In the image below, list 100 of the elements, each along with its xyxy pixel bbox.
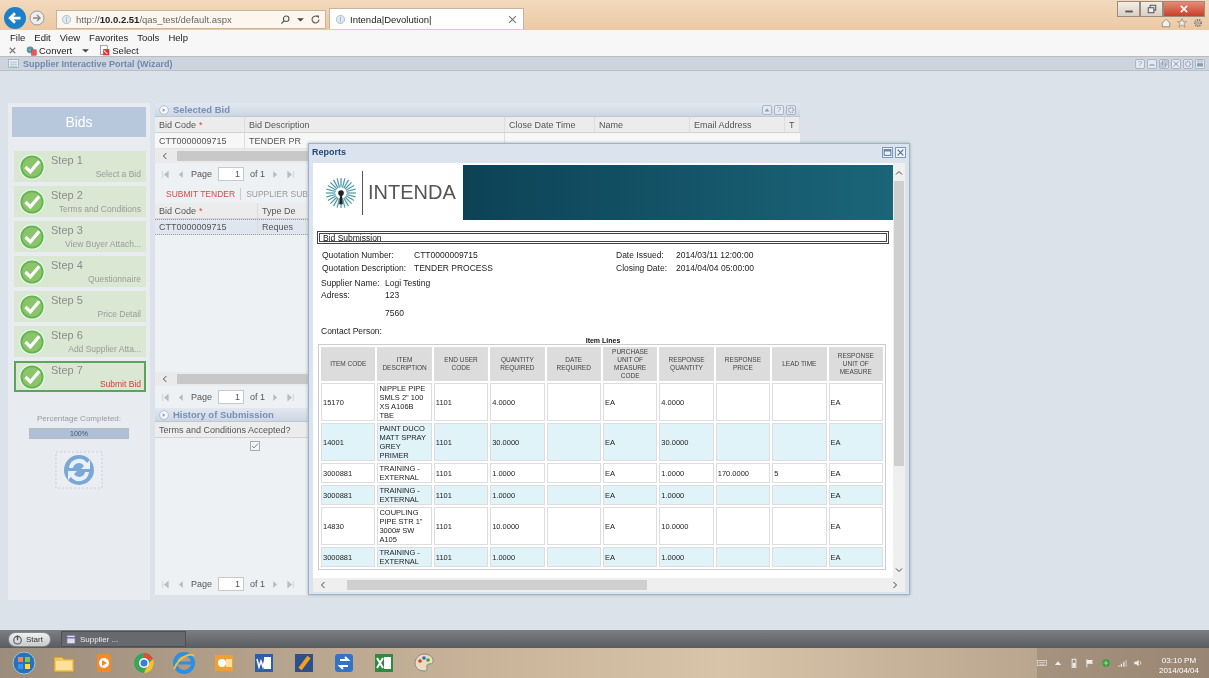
- close-button[interactable]: [1163, 1, 1205, 17]
- globe-document-icon: [26, 44, 37, 56]
- start-orb-icon: [12, 651, 36, 675]
- print-button[interactable]: [1195, 58, 1205, 69]
- field-label: Closing Date:: [616, 263, 669, 273]
- field-value: TENDER PROCESS: [414, 263, 493, 273]
- browser-tab[interactable]: Intenda|Devolution|: [329, 8, 524, 29]
- scrollbar-thumb[interactable]: [347, 580, 647, 590]
- refresh-icon[interactable]: [310, 14, 321, 25]
- previous-page-icon[interactable]: [176, 169, 185, 179]
- menu-item[interactable]: Edit: [34, 31, 51, 43]
- settings-icon[interactable]: [1193, 18, 1203, 28]
- app-icon: [292, 651, 316, 675]
- column-header[interactable]: Bid Code *: [155, 203, 258, 218]
- page-count: of 1: [250, 169, 266, 179]
- palette-icon: [412, 651, 436, 675]
- field-value: CTT0000009715: [414, 250, 478, 260]
- search-icon[interactable]: [280, 14, 291, 25]
- step-subtitle: Submit Bid: [98, 379, 141, 389]
- scroll-left-icon[interactable]: [319, 580, 327, 590]
- restore-icon: [1160, 59, 1168, 68]
- column-label: Email Address: [694, 119, 752, 130]
- address-bar[interactable]: http://10.0.2.51/qas_test/default.aspx: [56, 10, 326, 29]
- first-page-icon[interactable]: [161, 169, 170, 179]
- first-page-icon[interactable]: [161, 579, 170, 589]
- star-icon[interactable]: [1177, 18, 1187, 28]
- sync-icon: [332, 651, 356, 675]
- toolbar-button[interactable]: Convert: [26, 44, 73, 56]
- scroll-left-icon[interactable]: [161, 374, 169, 384]
- last-page-icon[interactable]: [286, 169, 296, 179]
- close-icon[interactable]: [507, 13, 518, 25]
- scroll-up-icon[interactable]: [894, 169, 904, 177]
- scroll-down-icon[interactable]: [894, 566, 904, 574]
- close-button[interactable]: [1171, 58, 1181, 69]
- menu-item[interactable]: File: [10, 31, 26, 43]
- start-button[interactable]: Start: [8, 631, 51, 647]
- close-icon: [896, 147, 905, 157]
- page-field[interactable]: 1: [218, 167, 245, 181]
- column-header[interactable]: Name: [595, 117, 690, 132]
- previous-page-icon[interactable]: [176, 579, 185, 589]
- menu-item[interactable]: Favorites: [89, 31, 129, 43]
- minimize-button[interactable]: [1117, 1, 1140, 17]
- close-button[interactable]: [895, 146, 906, 158]
- column-header[interactable]: Close Date Time: [505, 117, 595, 132]
- menu-item[interactable]: Tools: [137, 31, 160, 43]
- menu-item[interactable]: Help: [168, 31, 188, 43]
- battery-icon[interactable]: [1068, 658, 1079, 668]
- page-field[interactable]: 1: [218, 390, 245, 404]
- taskbar-window-button[interactable]: Supplier ...: [60, 631, 186, 647]
- flag-icon[interactable]: [1084, 658, 1095, 668]
- step-subtitle: View Buyer Attach...: [64, 239, 141, 249]
- page-count: of 1: [250, 392, 266, 402]
- previous-page-icon[interactable]: [176, 392, 185, 402]
- pager-label: Page: [191, 392, 213, 402]
- scroll-right-icon[interactable]: [891, 580, 899, 590]
- document-icon: [252, 651, 276, 675]
- column-header[interactable]: Email Address: [690, 117, 785, 132]
- scroll-left-icon[interactable]: [161, 151, 169, 161]
- settings-icon: [787, 105, 795, 114]
- step-title: Step 1: [51, 154, 84, 166]
- close-icon: [1179, 4, 1189, 14]
- checkbox[interactable]: [249, 441, 260, 451]
- scrollbar-thumb[interactable]: [894, 181, 904, 466]
- restore-button[interactable]: [1159, 58, 1169, 69]
- last-page-icon[interactable]: [286, 392, 296, 402]
- keyboard-icon[interactable]: [1036, 658, 1047, 668]
- menu-item[interactable]: View: [59, 31, 81, 43]
- gear-button[interactable]: [1183, 58, 1193, 69]
- column-header[interactable]: T: [785, 117, 800, 132]
- close-icon: [1172, 59, 1180, 68]
- column-header[interactable]: Bid Description: [245, 117, 505, 132]
- first-page-icon[interactable]: [161, 392, 170, 402]
- last-page-icon[interactable]: [286, 579, 296, 589]
- check-mark-icon: [250, 442, 259, 450]
- step-title: Step 5: [51, 294, 84, 306]
- column-label: T: [789, 119, 795, 130]
- panel-icon: [159, 104, 169, 115]
- tab[interactable]: SUBMIT TENDER: [161, 188, 242, 200]
- collapse-button[interactable]: [762, 104, 772, 115]
- spreadsheet-icon: [372, 651, 396, 675]
- table-cell: CTT0000009715: [155, 133, 245, 148]
- step-subtitle: Select a Bid: [94, 169, 141, 179]
- toolbar-button[interactable]: Select: [99, 44, 139, 56]
- back-button[interactable]: [4, 7, 26, 29]
- gear-button[interactable]: [786, 104, 796, 115]
- window-icon: [65, 634, 76, 644]
- speaker-icon[interactable]: [1132, 658, 1143, 668]
- panel-title: Selected Bid: [173, 104, 231, 115]
- minimize-button[interactable]: [1147, 58, 1157, 69]
- field-value: 123: [385, 290, 400, 300]
- page-field[interactable]: 1: [218, 577, 245, 591]
- column-header[interactable]: Bid Code *: [155, 117, 245, 132]
- maximize-button[interactable]: [882, 146, 893, 158]
- app-title: Supplier Interactive Portal (Wizard): [23, 58, 174, 69]
- field-value: 2014/03/11 12:00:00: [676, 250, 754, 260]
- required-marker: *: [199, 119, 203, 130]
- wizard-step[interactable]: Step 7 Submit Bid: [14, 361, 146, 392]
- network-icon[interactable]: [1100, 658, 1111, 668]
- restore-button[interactable]: [1140, 1, 1163, 17]
- field-label: Quotation Description:: [322, 263, 408, 273]
